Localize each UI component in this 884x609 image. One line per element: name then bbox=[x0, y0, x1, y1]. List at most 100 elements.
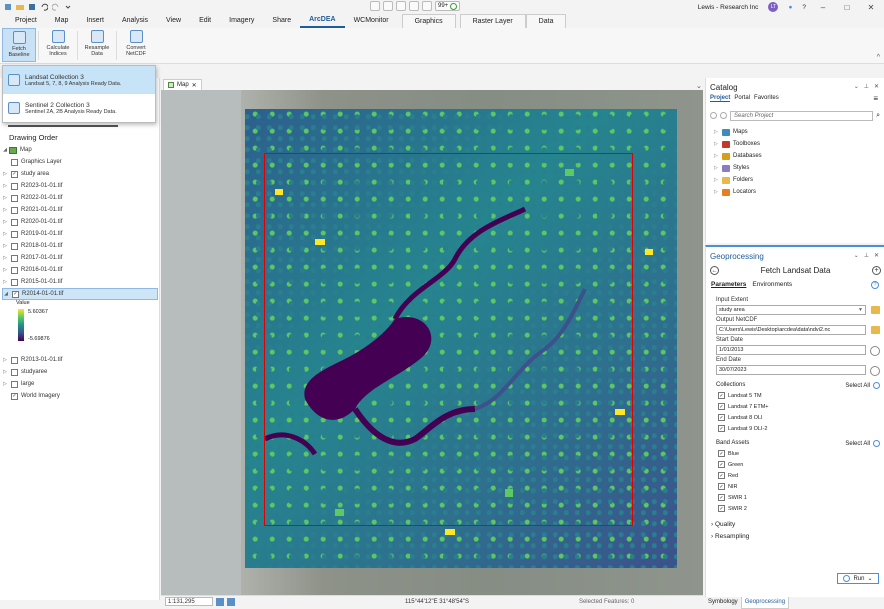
layer-checkbox[interactable] bbox=[11, 218, 18, 226]
layer-row[interactable]: ▷ ✓ study area bbox=[2, 168, 158, 180]
refresh-icon[interactable] bbox=[720, 112, 727, 119]
layer-checkbox[interactable] bbox=[11, 266, 18, 274]
expand-icon[interactable]: ▷ bbox=[2, 219, 8, 225]
layer-row[interactable]: ▷ R2016-01-01.tif bbox=[2, 264, 158, 276]
select-all-bands[interactable]: Select All bbox=[845, 441, 870, 447]
tab-share[interactable]: Share bbox=[263, 14, 300, 28]
back-arrow-icon[interactable]: ← bbox=[710, 265, 719, 275]
expand-icon[interactable]: ▷ bbox=[2, 207, 8, 213]
run-button[interactable]: Run ⌄ bbox=[837, 573, 879, 584]
tab-graphics[interactable]: Graphics bbox=[401, 14, 456, 28]
close-icon[interactable]: ✕ bbox=[874, 83, 879, 90]
tab-view[interactable]: View bbox=[157, 14, 190, 28]
color-ramp[interactable] bbox=[18, 309, 24, 341]
expand-icon[interactable]: ▷ bbox=[2, 231, 8, 237]
new-project-icon[interactable] bbox=[4, 3, 12, 11]
layer-row[interactable]: ▷ R2022-01-01.tif bbox=[2, 192, 158, 204]
expand-icon[interactable]: ▷ bbox=[2, 279, 8, 285]
layer-row[interactable]: ▷ studyaree bbox=[2, 366, 158, 378]
pin-icon[interactable]: ⊥ bbox=[864, 83, 869, 90]
collapse-icon[interactable]: ◢ bbox=[3, 291, 9, 297]
folder-icon[interactable] bbox=[871, 326, 880, 334]
catalog-item-folders[interactable]: ▷ Folders bbox=[714, 174, 762, 186]
undo-icon[interactable] bbox=[40, 3, 48, 11]
catalog-item-databases[interactable]: ▷ Databases bbox=[714, 150, 762, 162]
help-icon[interactable]: ? bbox=[871, 281, 879, 289]
tab-project[interactable]: Project bbox=[6, 14, 46, 28]
search-icon[interactable]: ⌕ bbox=[876, 112, 880, 120]
layer-row[interactable]: ▷ R2017-01-01.tif bbox=[2, 252, 158, 264]
calendar-icon[interactable] bbox=[870, 366, 880, 376]
tab-analysis[interactable]: Analysis bbox=[113, 14, 157, 28]
band-nir[interactable]: ✓ NIR bbox=[718, 483, 737, 490]
expand-icon[interactable]: ▷ bbox=[2, 195, 8, 201]
catalog-search-input[interactable]: Search Project bbox=[730, 110, 874, 121]
layer-checkbox[interactable] bbox=[11, 356, 18, 364]
catalog-item-locators[interactable]: ▷ Locators bbox=[714, 186, 762, 198]
map-view-tab[interactable]: Map ✕ bbox=[163, 79, 202, 90]
tab-raster-layer[interactable]: Raster Layer bbox=[459, 14, 526, 28]
tab-map[interactable]: Map bbox=[46, 14, 78, 28]
tab-geoprocessing[interactable]: Geoprocessing bbox=[740, 597, 790, 609]
layer-checkbox[interactable] bbox=[11, 368, 18, 376]
layer-checkbox[interactable]: ✓ bbox=[12, 290, 19, 298]
layer-row[interactable]: ▷ R2015-01-01.tif bbox=[2, 276, 158, 288]
export-icon[interactable] bbox=[422, 1, 432, 11]
layer-row[interactable]: ▷ R2013-01-01.tif bbox=[2, 354, 158, 366]
help-button[interactable]: ? bbox=[802, 4, 806, 11]
expand-icon[interactable]: ▷ bbox=[2, 357, 8, 363]
calendar-icon[interactable] bbox=[870, 346, 880, 356]
layer-checkbox[interactable] bbox=[11, 206, 18, 214]
band-blue[interactable]: ✓ Blue bbox=[718, 450, 739, 457]
checkbox[interactable]: ✓ bbox=[718, 392, 725, 399]
camera-icon[interactable] bbox=[383, 1, 393, 11]
collection-landsat8[interactable]: ✓ Landsat 8 OLI bbox=[718, 414, 763, 421]
tab-data[interactable]: Data bbox=[525, 14, 567, 28]
tab-symbology[interactable]: Symbology bbox=[705, 597, 741, 609]
menu-icon[interactable]: ≡ bbox=[873, 94, 878, 103]
open-project-icon[interactable] bbox=[16, 3, 24, 11]
close-button[interactable]: ✕ bbox=[864, 3, 878, 12]
catalog-item-toolboxes[interactable]: ▷ Toolboxes bbox=[714, 138, 762, 150]
tab-catalog-favorites[interactable]: Favorites bbox=[754, 95, 779, 102]
layout-icon[interactable] bbox=[409, 1, 419, 11]
expand-icon[interactable]: ▷ bbox=[2, 381, 8, 387]
resample-data-button[interactable]: Resample Data bbox=[80, 28, 114, 62]
pane-options-icon[interactable]: ⌄ bbox=[854, 83, 859, 90]
catalog-item-maps[interactable]: ▷ Maps bbox=[714, 126, 762, 138]
layer-checkbox[interactable] bbox=[11, 380, 18, 388]
convert-netcdf-button[interactable]: Convert NetCDF bbox=[119, 28, 153, 62]
layer-row[interactable]: ▷ R2021-01-01.tif bbox=[2, 204, 158, 216]
collection-landsat9[interactable]: ✓ Landsat 9 OLI-2 bbox=[718, 425, 767, 432]
layer-row[interactable]: ▷ R2019-01-01.tif bbox=[2, 228, 158, 240]
expand-icon[interactable]: ▷ bbox=[2, 171, 8, 177]
layer-row[interactable]: ▷ R2020-01-01.tif bbox=[2, 216, 158, 228]
collapse-ribbon-icon[interactable]: ^ bbox=[877, 54, 880, 61]
band-swir2[interactable]: ✓ SWIR 2 bbox=[718, 505, 747, 512]
checkbox[interactable]: ✓ bbox=[718, 461, 725, 468]
sentinel-collection-option[interactable]: Sentinel 2 Collection 3 Sentinel 2A, 2B … bbox=[3, 94, 155, 122]
expand-icon[interactable]: ▷ bbox=[2, 255, 8, 261]
layer-checkbox[interactable] bbox=[11, 230, 18, 238]
tab-parameters[interactable]: Parameters bbox=[711, 281, 746, 288]
tab-insert[interactable]: Insert bbox=[77, 14, 113, 28]
layer-row[interactable]: ▷ R2018-01-01.tif bbox=[2, 240, 158, 252]
tab-imagery[interactable]: Imagery bbox=[220, 14, 263, 28]
fetch-baseline-button[interactable]: Fetch Baseline bbox=[2, 28, 36, 62]
collection-landsat5[interactable]: ✓ Landsat 5 TM bbox=[718, 392, 762, 399]
back-icon[interactable] bbox=[710, 112, 717, 119]
tab-environments[interactable]: Environments bbox=[752, 281, 792, 288]
table-icon[interactable] bbox=[227, 597, 235, 606]
layer-row[interactable]: ▷ R2023-01-01.tif bbox=[2, 180, 158, 192]
layer-row-selected[interactable]: ◢ ✓ R2014-01-01.tif bbox=[2, 288, 158, 300]
checkbox[interactable]: ✓ bbox=[718, 483, 725, 490]
checkbox[interactable]: ✓ bbox=[718, 425, 725, 432]
refresh-icon[interactable] bbox=[873, 382, 880, 389]
pin-icon[interactable]: ⊥ bbox=[864, 252, 869, 259]
layer-checkbox[interactable]: ✓ bbox=[11, 170, 18, 178]
layer-checkbox[interactable] bbox=[11, 254, 18, 262]
layer-row[interactable]: ▷ large bbox=[2, 378, 158, 390]
layer-checkbox[interactable]: ✓ bbox=[11, 392, 18, 400]
catalog-item-styles[interactable]: ▷ Styles bbox=[714, 162, 762, 174]
checkbox[interactable]: ✓ bbox=[718, 414, 725, 421]
